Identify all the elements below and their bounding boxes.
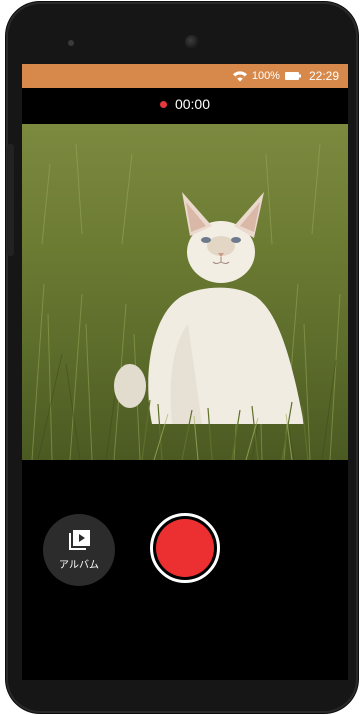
battery-icon — [284, 72, 301, 80]
recording-indicator-dot — [159, 100, 167, 108]
camera-viewfinder — [22, 124, 348, 460]
earpiece — [68, 40, 74, 46]
side-button — [7, 144, 14, 256]
cat-image — [31, 143, 341, 460]
record-button[interactable] — [150, 513, 220, 583]
recording-timer-row: 00:00 — [22, 94, 348, 114]
status-time: 22:29 — [308, 69, 339, 83]
screen: 100% 22:29 00:00 アルバム — [22, 64, 348, 680]
album-label: アルバム — [59, 559, 99, 571]
album-play-icon — [69, 529, 90, 550]
album-button[interactable]: アルバム — [43, 514, 115, 586]
wifi-icon — [232, 71, 247, 82]
camera-controls: アルバム — [22, 510, 348, 600]
status-bar: 100% 22:29 — [22, 64, 348, 88]
record-button-inner — [156, 519, 214, 577]
recording-timer: 00:00 — [174, 96, 211, 112]
front-camera — [185, 35, 199, 49]
battery-percentage: 100% — [251, 70, 280, 82]
